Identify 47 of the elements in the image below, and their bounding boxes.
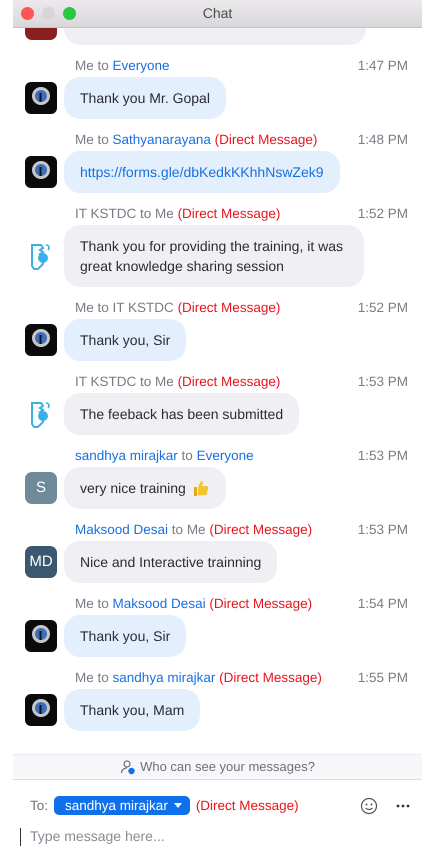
logo-avatar-icon [25, 82, 57, 114]
person-icon [120, 758, 136, 775]
message-bubble: very nice training [64, 467, 226, 509]
avatar: MD [25, 546, 57, 578]
message-time: 1:53 PM [358, 521, 408, 538]
message-bubble: Thank you, Sir [64, 319, 186, 361]
message-bubble: Thank you, Mam [64, 689, 200, 731]
message-time: 1:53 PM [358, 447, 408, 464]
message-bubble: Nice and Interactive trainning [64, 541, 278, 583]
logo-avatar-icon [25, 694, 57, 726]
message-header: IT KSTDC to Me (Direct Message) [75, 205, 282, 222]
message-header: Me to Maksood Desai (Direct Message) [75, 595, 314, 612]
logo-avatar-icon [25, 620, 57, 652]
message-time: 1:52 PM [358, 299, 408, 316]
direct-message-label: (Direct Message) [196, 796, 299, 815]
thumbs-up-icon [192, 479, 210, 497]
link-message-bubble[interactable]: https://forms.gle/dbKedkKKhhNswZek9 [64, 151, 340, 193]
message-time: 1:48 PM [358, 131, 408, 148]
to-label: To: [30, 796, 48, 815]
message-bubble: The feeback has been submitted [64, 393, 300, 435]
message-time: 1:54 PM [358, 595, 408, 612]
message-header: Me to Everyone [75, 57, 171, 74]
recipient-dropdown[interactable]: sandhya mirajkar [54, 796, 190, 816]
message-header: sandhya mirajkar to Everyone [75, 447, 255, 464]
message-bubble: Thank you, Sir [64, 615, 186, 657]
message-header: Me to IT KSTDC (Direct Message) [75, 299, 282, 316]
message-header: Me to sandhya mirajkar (Direct Message) [75, 669, 323, 686]
avatar: S [25, 472, 57, 504]
message-time: 1:53 PM [358, 373, 408, 390]
photo-placeholder [25, 28, 57, 40]
message-time: 1:55 PM [358, 669, 408, 686]
more-button[interactable] [396, 804, 410, 808]
message-time: 1:47 PM [358, 57, 408, 74]
message-bubble: Thank you for providing the training, it was great knowledge sharing session [64, 225, 364, 287]
message-time: 1:52 PM [358, 205, 408, 222]
message-header: Maksood Desai to Me (Direct Message) [75, 521, 314, 538]
logo-avatar-icon [25, 324, 57, 356]
window-title: Chat [202, 4, 232, 23]
message-header: IT KSTDC to Me (Direct Message) [75, 373, 282, 390]
logo-avatar-icon [25, 156, 57, 188]
zoom-button[interactable] [63, 7, 76, 20]
message-bubble: Thank you Mr. Gopal [64, 77, 226, 119]
caret-icon [174, 803, 182, 808]
emoji-button[interactable] [360, 796, 378, 815]
text-cursor [20, 828, 21, 846]
message-header: Me to Sathyanarayana (Direct Message) [75, 131, 318, 148]
close-button[interactable] [21, 7, 34, 20]
